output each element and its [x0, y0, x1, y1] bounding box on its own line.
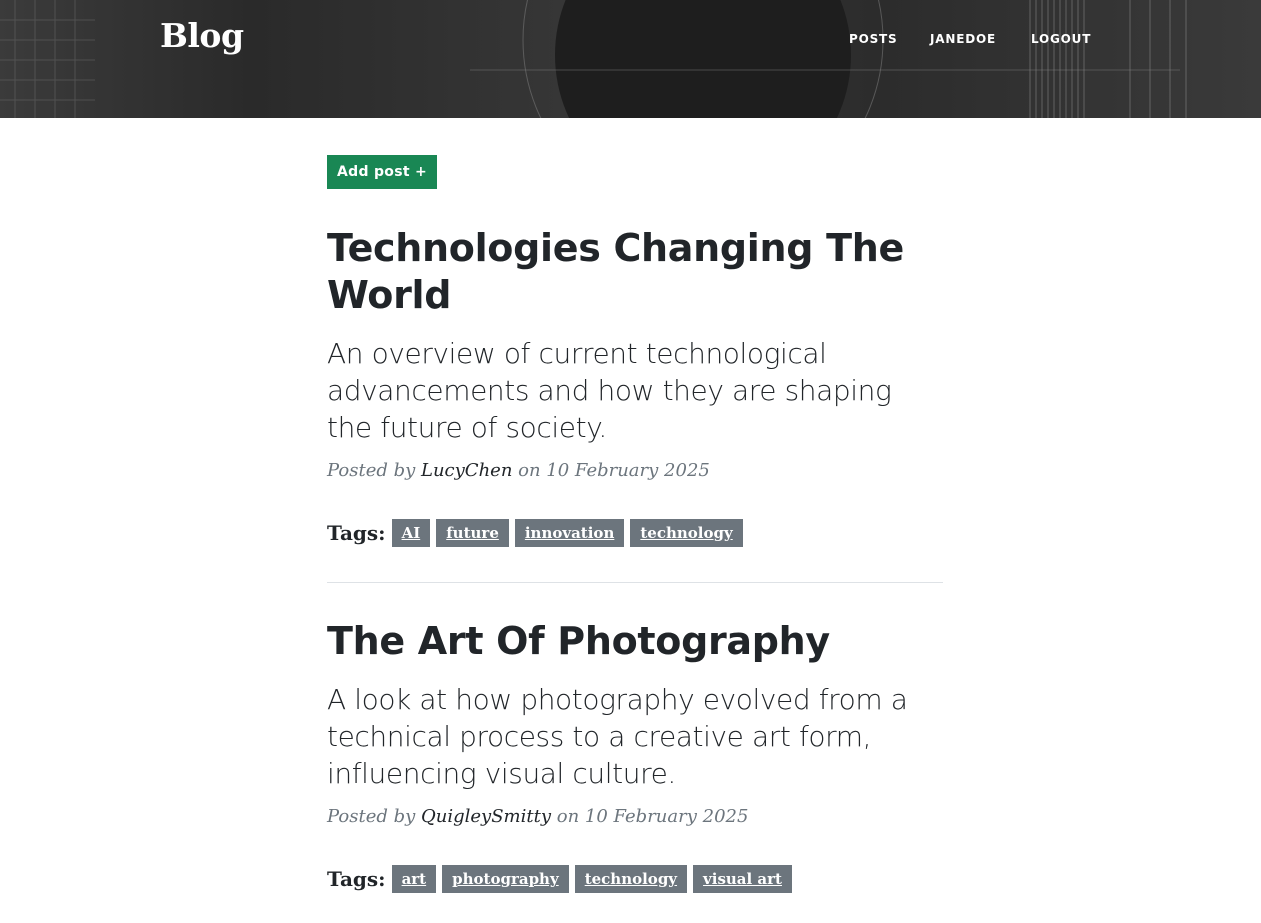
tags-label: Tags:	[327, 867, 386, 891]
tags-label: Tags:	[327, 521, 386, 545]
post-divider	[327, 582, 943, 583]
tag-link[interactable]: future	[436, 519, 509, 547]
post-subtitle[interactable]: A look at how photography evolved from a…	[327, 681, 943, 792]
tag-link[interactable]: innovation	[514, 519, 625, 547]
tag-link[interactable]: art	[391, 865, 437, 893]
post-tags: Tags: art photography technology visual …	[327, 865, 943, 893]
tag-link[interactable]: photography	[442, 865, 569, 893]
post-preview: Technologies Changing The World An overv…	[327, 225, 943, 547]
post-meta: Posted by QuigleySmitty on 10 February 2…	[327, 806, 943, 827]
tag-link[interactable]: AI	[391, 519, 431, 547]
post-preview: The Art Of Photography A look at how pho…	[327, 618, 943, 893]
posted-by-label: Posted by	[327, 460, 416, 481]
post-author-link[interactable]: QuigleySmitty	[421, 806, 551, 827]
post-date: on 10 February 2025	[556, 806, 749, 827]
post-date: on 10 February 2025	[518, 460, 710, 481]
masthead: Blog POSTS JANEDOE LOGOUT	[0, 0, 1261, 118]
post-tags: Tags: AI future innovation technology	[327, 519, 943, 547]
tag-link[interactable]: technology	[574, 865, 688, 893]
post-title-link[interactable]: Technologies Changing The World	[327, 225, 943, 319]
nav-posts-link[interactable]: POSTS	[849, 32, 897, 46]
nav-logout-link[interactable]: LOGOUT	[1031, 32, 1091, 46]
post-subtitle[interactable]: An overview of current technological adv…	[327, 335, 943, 446]
post-meta: Posted by LucyChen on 10 February 2025	[327, 460, 943, 481]
main-content: Add post + Technologies Changing The Wor…	[327, 155, 943, 893]
nav-user-link[interactable]: JANEDOE	[930, 32, 996, 46]
main-nav: POSTS JANEDOE LOGOUT	[0, 32, 1261, 52]
tag-link[interactable]: visual art	[693, 865, 792, 893]
post-title-link[interactable]: The Art Of Photography	[327, 618, 943, 665]
add-post-button[interactable]: Add post +	[327, 155, 438, 189]
post-author-link[interactable]: LucyChen	[421, 460, 512, 481]
tag-link[interactable]: technology	[630, 519, 743, 547]
posted-by-label: Posted by	[327, 806, 416, 827]
